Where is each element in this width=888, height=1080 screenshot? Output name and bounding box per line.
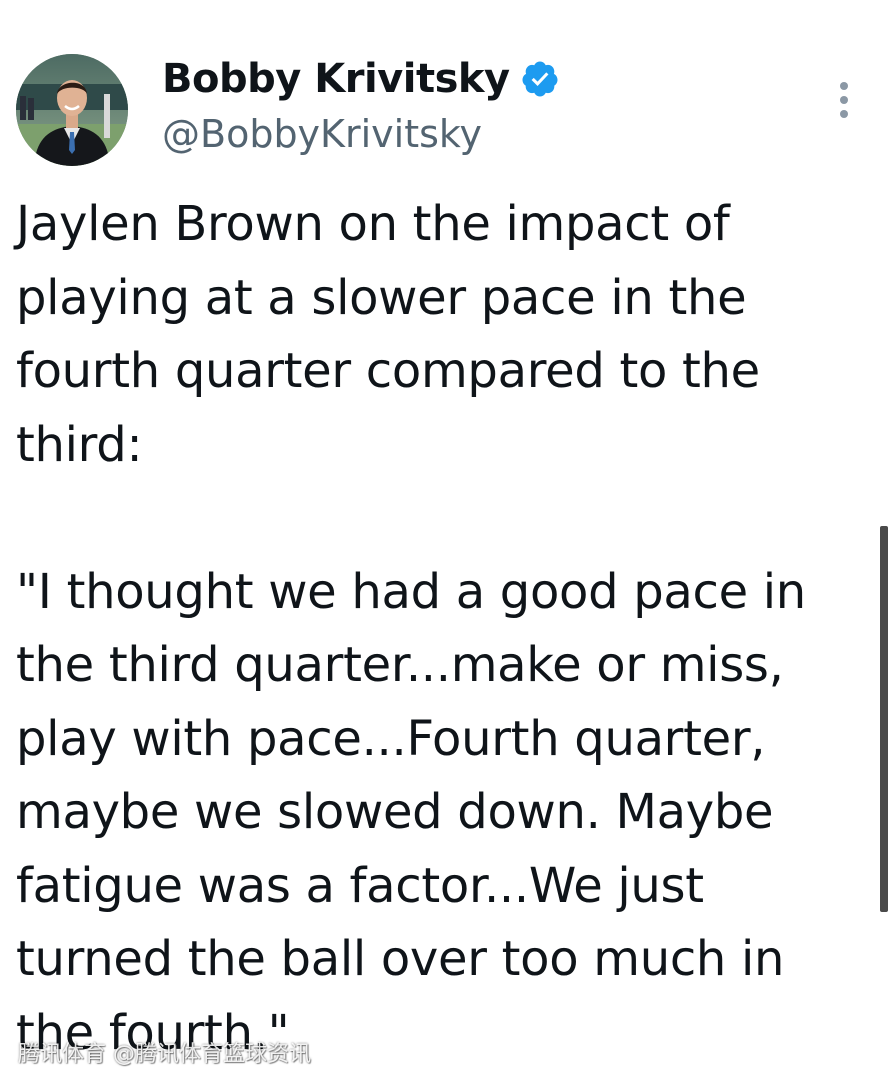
- verified-badge-icon: [520, 59, 560, 99]
- scrollbar[interactable]: [880, 526, 888, 912]
- watermark: 腾讯体育 @腾讯体育篮球资讯: [18, 1042, 311, 1067]
- handle[interactable]: @BobbyKrivitsky: [162, 112, 560, 156]
- more-vertical-icon[interactable]: [834, 80, 854, 120]
- author-names: Bobby Krivitsky @BobbyKrivitsky: [162, 52, 560, 156]
- tweet-text: Jaylen Brown on the impact of playing at…: [16, 196, 806, 1061]
- avatar[interactable]: [16, 54, 128, 166]
- tweet: Bobby Krivitsky @BobbyKrivitsky Jaylen B…: [0, 0, 888, 1080]
- display-name[interactable]: Bobby Krivitsky: [162, 56, 510, 102]
- display-name-row: Bobby Krivitsky: [162, 52, 560, 106]
- avatar-image: [16, 54, 128, 166]
- tweet-header: Bobby Krivitsky @BobbyKrivitsky: [16, 52, 876, 172]
